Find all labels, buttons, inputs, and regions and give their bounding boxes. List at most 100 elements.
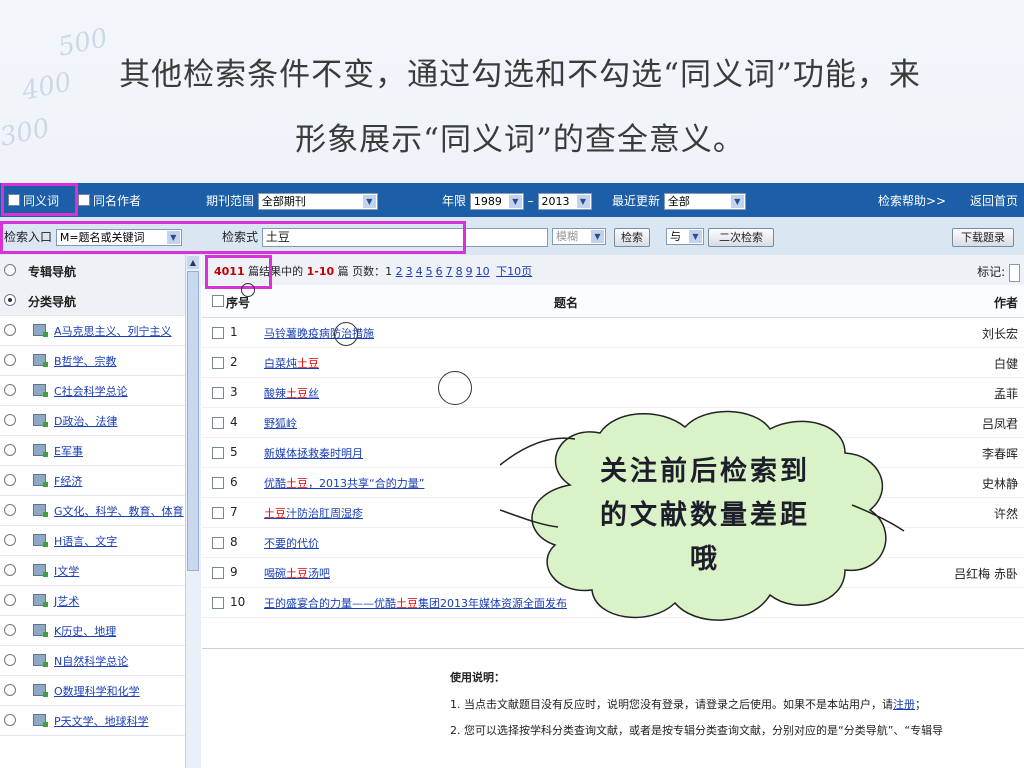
sidebar-item-label[interactable]: B哲学、宗教 <box>54 353 117 369</box>
and-select[interactable]: 与 ▼ <box>666 228 704 245</box>
sidebar-radio[interactable] <box>4 354 16 366</box>
page-link[interactable]: 7 <box>446 265 453 278</box>
row-checkbox[interactable] <box>212 447 224 459</box>
sidebar-radio[interactable] <box>4 594 16 606</box>
home-link[interactable]: 返回首页 <box>970 192 1018 209</box>
row-checkbox[interactable] <box>212 417 224 429</box>
sidebar-radio[interactable] <box>4 414 16 426</box>
sidebar-item[interactable]: G文化、科学、教育、体育 <box>0 495 185 526</box>
row-author: 许然 <box>993 507 1018 521</box>
sidebar-radio[interactable] <box>4 534 16 546</box>
secondary-search-button-label[interactable]: 二次检索 <box>708 228 774 247</box>
page-link[interactable]: 8 <box>456 265 463 278</box>
sidebar-item-label[interactable]: A马克思主义、列宁主义 <box>54 323 172 339</box>
sidebar-radio[interactable] <box>4 564 16 576</box>
row-checkbox[interactable] <box>212 477 224 489</box>
next-10-link[interactable]: 下10页 <box>496 265 532 278</box>
cloud-line-1: 关注前后检索到 <box>600 456 810 487</box>
journal-range-select[interactable]: 全部期刊 ▼ <box>257 193 378 210</box>
row-checkbox[interactable] <box>212 357 224 369</box>
download-button-label[interactable]: 下载题录 <box>952 228 1014 247</box>
sidebar-item[interactable]: C社会科学总论 <box>0 375 185 406</box>
row-title-link[interactable]: 优酷土豆，2013共享“合的力量” <box>264 475 424 491</box>
page-link[interactable]: 6 <box>436 265 443 278</box>
sidebar-radio[interactable] <box>4 264 16 276</box>
year-to-select[interactable]: 2013 ▼ <box>537 193 592 210</box>
row-checkbox[interactable] <box>212 537 224 549</box>
sidebar-item-label[interactable]: N自然科学总论 <box>54 653 128 669</box>
register-link[interactable]: 注册 <box>893 698 915 711</box>
sidebar-radio[interactable] <box>4 504 16 516</box>
sidebar-radio[interactable] <box>4 654 16 666</box>
row-checkbox[interactable] <box>212 387 224 399</box>
sidebar-item-label[interactable]: H语言、文字 <box>54 533 117 549</box>
same-author-checkbox-box[interactable] <box>78 194 90 206</box>
table-row: 2 白菜炖土豆 白健 <box>202 347 1024 378</box>
sidebar-radio[interactable] <box>4 474 16 486</box>
page-link[interactable]: 9 <box>466 265 473 278</box>
row-checkbox[interactable] <box>212 327 224 339</box>
sidebar-item-label[interactable]: C社会科学总论 <box>54 383 128 399</box>
sidebar-radio[interactable] <box>4 624 16 636</box>
page-link[interactable]: 5 <box>426 265 433 278</box>
row-checkbox[interactable] <box>212 507 224 519</box>
scroll-thumb[interactable] <box>187 271 199 571</box>
sidebar-item-label[interactable]: D政治、法律 <box>54 413 117 429</box>
sidebar-item[interactable]: O数理科学和化学 <box>0 675 185 706</box>
row-title-link[interactable]: 酸辣土豆丝 <box>264 385 319 401</box>
fuzzy-select[interactable]: 模糊 ▼ <box>552 228 606 245</box>
page-link[interactable]: 2 <box>396 265 403 278</box>
sidebar-item-label[interactable]: G文化、科学、教育、体育 <box>54 503 184 519</box>
row-title-link[interactable]: 野狐岭 <box>264 415 297 431</box>
sidebar-item[interactable]: 分类导航 <box>0 285 185 316</box>
sidebar-radio[interactable] <box>4 384 16 396</box>
sidebar-item-label[interactable]: F经济 <box>54 473 82 489</box>
sidebar-item[interactable]: E军事 <box>0 435 185 466</box>
sidebar-item-label[interactable]: J艺术 <box>54 593 79 609</box>
same-author-checkbox[interactable]: 同名作者 <box>78 192 141 209</box>
sidebar-radio[interactable] <box>4 684 16 696</box>
sidebar-item-label[interactable]: O数理科学和化学 <box>54 683 140 699</box>
sidebar-item[interactable]: N自然科学总论 <box>0 645 185 676</box>
sidebar-item[interactable]: B哲学、宗教 <box>0 345 185 376</box>
row-title-link[interactable]: 喝碗土豆汤吧 <box>264 565 330 581</box>
mark-input[interactable] <box>1009 263 1020 282</box>
sidebar-item[interactable]: A马克思主义、列宁主义 <box>0 315 185 346</box>
row-title-link[interactable]: 新媒体拯救秦时明月 <box>264 445 363 461</box>
sidebar-radio[interactable] <box>4 714 16 726</box>
page-link[interactable]: 4 <box>416 265 423 278</box>
sidebar-item-label[interactable]: E军事 <box>54 443 83 459</box>
year-from-select[interactable]: 1989 ▼ <box>469 193 524 210</box>
download-button[interactable]: 下载题录 <box>952 228 1014 247</box>
recent-update-select[interactable]: 全部 ▼ <box>663 193 746 210</box>
cloud-line-3: 哦 <box>690 544 720 575</box>
sidebar-item-label[interactable]: I文学 <box>54 563 79 579</box>
row-title-link[interactable]: 土豆汁防治肛周湿疹 <box>264 505 363 521</box>
sidebar-radio[interactable] <box>4 444 16 456</box>
row-checkbox[interactable] <box>212 567 224 579</box>
page-link[interactable]: 3 <box>406 265 413 278</box>
scroll-up-icon[interactable]: ▲ <box>187 256 199 269</box>
sidebar-item[interactable]: F经济 <box>0 465 185 496</box>
help-link[interactable]: 检索帮助>> <box>878 192 946 209</box>
sidebar-item[interactable]: 专辑导航 <box>0 255 185 286</box>
sidebar-scrollbar[interactable]: ▲ <box>185 255 201 768</box>
page-link[interactable]: 10 <box>476 265 490 278</box>
sidebar-item[interactable]: J艺术 <box>0 585 185 616</box>
sidebar-item-label[interactable]: K历史、地理 <box>54 623 116 639</box>
sidebar-radio[interactable] <box>4 324 16 336</box>
sidebar-item[interactable]: D政治、法律 <box>0 405 185 436</box>
sidebar-item[interactable]: I文学 <box>0 555 185 586</box>
row-checkbox[interactable] <box>212 597 224 609</box>
row-title-link[interactable]: 白菜炖土豆 <box>264 355 319 371</box>
row-title-link[interactable]: 不要的代价 <box>264 535 319 551</box>
search-button[interactable]: 检索 <box>614 228 650 247</box>
sidebar-item-label[interactable]: P天文学、地球科学 <box>54 713 149 729</box>
sidebar-item[interactable]: P天文学、地球科学 <box>0 705 185 736</box>
secondary-search-button[interactable]: 二次检索 <box>708 228 774 247</box>
sidebar-item[interactable]: K历史、地理 <box>0 615 185 646</box>
search-button-label[interactable]: 检索 <box>614 228 650 247</box>
sidebar-item[interactable]: H语言、文字 <box>0 525 185 556</box>
select-all-checkbox[interactable] <box>212 295 224 307</box>
sidebar-radio[interactable] <box>4 294 16 306</box>
